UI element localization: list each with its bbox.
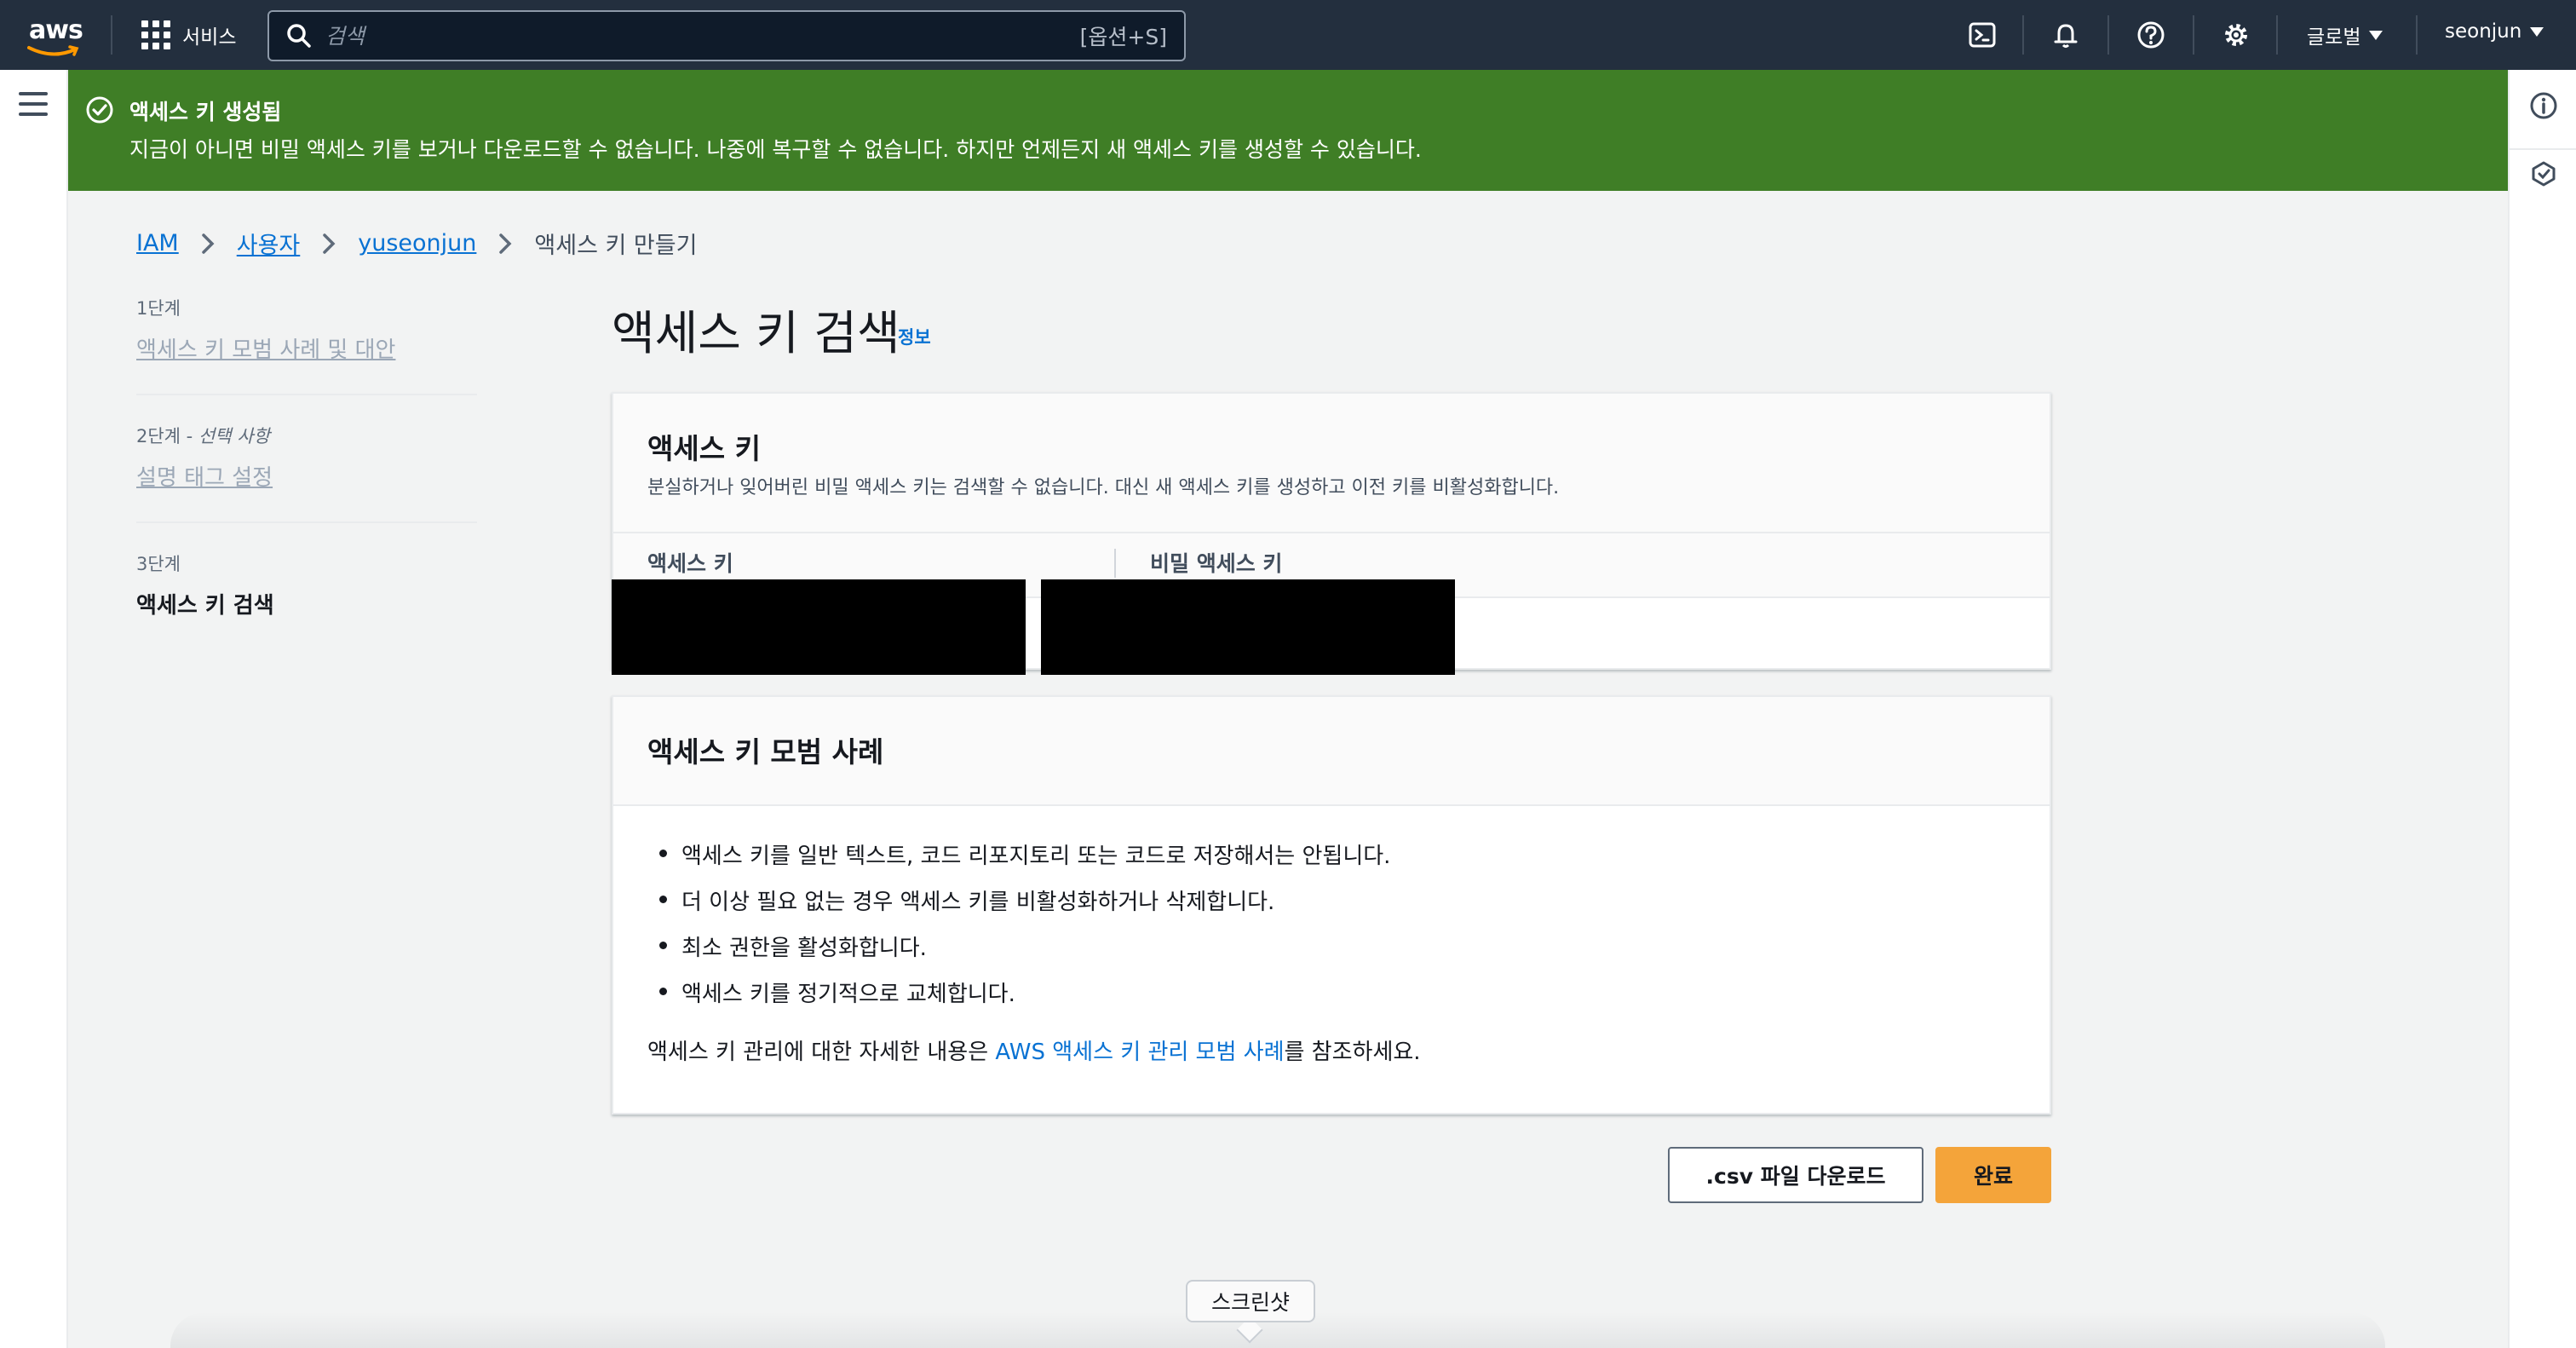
top-navigation: aws 서비스 [옵션+S] [0, 0, 2576, 70]
column-header-secret-key: 비밀 액세스 키 [1150, 551, 1283, 576]
done-button[interactable]: 완료 [1935, 1147, 2051, 1203]
info-link[interactable]: 정보 [898, 324, 931, 349]
nav-divider [111, 15, 112, 55]
services-menu-button[interactable]: 서비스 [141, 20, 236, 49]
settings-button[interactable] [2220, 19, 2252, 51]
menu-icon[interactable] [19, 92, 48, 123]
breadcrumb-current: 액세스 키 만들기 [534, 233, 698, 259]
search-bar[interactable]: [옵션+S] [267, 10, 1186, 61]
chevron-right-icon [499, 233, 512, 254]
services-grid-icon [141, 20, 170, 49]
step-link-best-practices[interactable]: 액세스 키 모범 사례 및 대안 [136, 332, 395, 364]
container-header [613, 394, 2050, 533]
best-practices-more-info: 액세스 키 관리에 대한 자세한 내용은 AWS 액세스 키 관리 모범 사례를… [647, 1040, 1421, 1065]
notifications-icon [2054, 24, 2078, 48]
page-title: 액세스 키 검색 [612, 306, 900, 360]
search-shortcut-hint: [옵션+S] [1079, 25, 1167, 49]
cloudshell-button[interactable] [1966, 19, 1998, 51]
access-key-heading: 액세스 키 [647, 432, 761, 465]
help-icon [2137, 21, 2165, 49]
column-header-access-key: 액세스 키 [647, 551, 733, 576]
settings-icon [2225, 24, 2247, 46]
breadcrumb-link-users[interactable]: 사용자 [237, 227, 301, 260]
breadcrumb-link-iam[interactable]: IAM [136, 230, 179, 256]
list-item: 더 이상 필요 없는 경우 액세스 키를 비활성화하거나 삭제합니다. [647, 884, 1390, 930]
redacted-access-key [612, 579, 1026, 675]
wizard-step-3: 3단계 액세스 키 검색 [136, 550, 477, 678]
rail-divider [2510, 148, 2576, 150]
search-icon [287, 24, 311, 48]
list-item: 액세스 키를 일반 텍스트, 코드 리포지토리 또는 코드로 저장해서는 안됩니… [647, 838, 1390, 884]
nav-divider [2193, 15, 2194, 55]
info-panel-icon[interactable] [2528, 90, 2559, 121]
success-check-icon [86, 96, 113, 124]
best-practices-heading: 액세스 키 모범 사례 [647, 735, 884, 769]
step-divider [136, 521, 477, 523]
wizard-step-1: 1단계 액세스 키 모범 사례 및 대안 [136, 295, 477, 423]
nav-divider [2276, 15, 2278, 55]
aws-logo[interactable]: aws [26, 14, 85, 58]
region-selector[interactable]: 글로벌 [2307, 20, 2383, 49]
best-practices-link[interactable]: AWS 액세스 키 관리 모범 사례 [995, 1040, 1284, 1065]
redacted-secret-key [1041, 579, 1455, 675]
step-number: 1단계 [136, 298, 181, 319]
best-practices-container: 액세스 키 모범 사례 액세스 키를 일반 텍스트, 코드 리포지토리 또는 코… [612, 695, 2051, 1115]
step-number: 3단계 [136, 554, 181, 574]
account-username: seonjun [2445, 20, 2522, 43]
wizard-step-2: 2단계 - 선택 사항 설명 태그 설정 [136, 423, 477, 550]
step-optional-label: 선택 사항 [198, 426, 270, 446]
step-current-label: 액세스 키 검색 [136, 593, 274, 619]
flash-message: 지금이 아니면 비밀 액세스 키를 보거나 다운로드할 수 없습니다. 나중에 … [129, 137, 1422, 162]
step-divider [136, 394, 477, 395]
screenshot-tooltip: 스크린샷 [1186, 1280, 1315, 1322]
column-divider [1114, 549, 1116, 578]
wizard-steps: 1단계 액세스 키 모범 사례 및 대안 2단계 - 선택 사항 설명 태그 설… [136, 295, 477, 678]
aws-smile-icon [27, 45, 79, 56]
success-flash-banner: 액세스 키 생성됨 지금이 아니면 비밀 액세스 키를 보거나 다운로드할 수 … [68, 70, 2508, 191]
list-item: 액세스 키를 정기적으로 교체합니다. [647, 976, 1390, 1023]
aws-logo-text: aws [29, 15, 83, 45]
chevron-right-icon [201, 233, 215, 254]
access-key-description: 분실하거나 잊어버린 비밀 액세스 키는 검색할 수 없습니다. 대신 새 액세… [647, 477, 1560, 498]
caret-down-icon [2530, 26, 2544, 37]
security-hub-icon[interactable] [2530, 160, 2557, 187]
nav-divider [2107, 15, 2109, 55]
breadcrumb-link-user[interactable]: yuseonjun [358, 230, 476, 256]
search-input[interactable] [325, 23, 1080, 49]
step-number: 2단계 - 선택 사항 [136, 426, 270, 446]
cloudshell-icon [1969, 22, 1996, 48]
account-menu[interactable]: seonjun [2445, 20, 2544, 43]
services-label: 서비스 [182, 26, 237, 49]
chevron-right-icon [323, 233, 336, 254]
nav-divider [2416, 15, 2418, 55]
flash-title: 액세스 키 생성됨 [129, 100, 282, 124]
best-practices-list: 액세스 키를 일반 텍스트, 코드 리포지토리 또는 코드로 저장해서는 안됩니… [647, 838, 1390, 1023]
side-navigation-rail [0, 70, 68, 1348]
region-label: 글로벌 [2307, 26, 2361, 49]
breadcrumb: IAM 사용자 yuseonjun 액세스 키 만들기 [136, 227, 697, 260]
download-csv-button[interactable]: .csv 파일 다운로드 [1668, 1147, 1923, 1203]
step-link-tags[interactable]: 설명 태그 설정 [136, 460, 273, 492]
list-item: 최소 권한을 활성화합니다. [647, 930, 1390, 976]
help-button[interactable] [2135, 19, 2167, 51]
tools-rail [2508, 70, 2576, 1348]
notifications-button[interactable] [2050, 19, 2082, 51]
nav-divider [2022, 15, 2024, 55]
caret-down-icon [2369, 30, 2383, 40]
